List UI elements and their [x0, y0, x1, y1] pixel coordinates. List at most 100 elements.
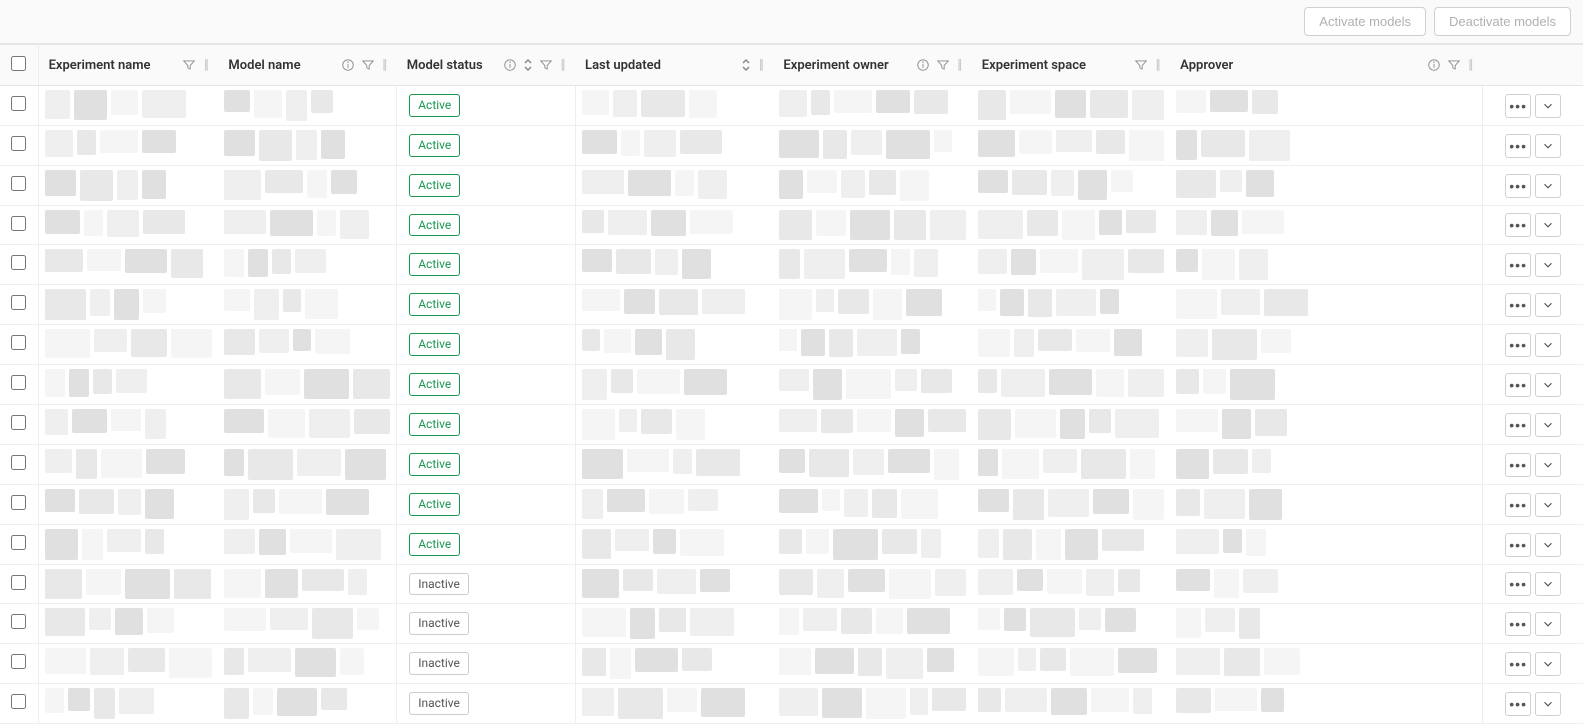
model-name-cell[interactable] — [218, 245, 396, 285]
filter-icon[interactable] — [1447, 58, 1461, 72]
info-icon[interactable] — [341, 58, 355, 72]
filter-icon[interactable] — [936, 58, 950, 72]
header-experiment-name[interactable]: Experiment name || — [38, 45, 218, 86]
more-actions-button[interactable]: ••• — [1505, 413, 1531, 437]
more-actions-button[interactable]: ••• — [1505, 94, 1531, 118]
experiment-name-cell[interactable] — [38, 485, 218, 525]
more-actions-button[interactable]: ••• — [1505, 253, 1531, 277]
expand-row-button[interactable] — [1535, 134, 1561, 158]
expand-row-button[interactable] — [1535, 453, 1561, 477]
experiment-name-cell[interactable] — [38, 565, 218, 604]
model-name-cell[interactable] — [218, 445, 396, 485]
sort-icon[interactable] — [523, 58, 533, 72]
row-checkbox[interactable] — [11, 335, 26, 350]
model-name-cell[interactable] — [218, 86, 396, 126]
column-resize-handle[interactable]: || — [202, 57, 208, 73]
row-checkbox[interactable] — [11, 375, 26, 390]
sort-icon[interactable] — [741, 58, 751, 72]
model-name-cell[interactable] — [218, 206, 396, 245]
row-checkbox[interactable] — [11, 575, 26, 590]
row-checkbox[interactable] — [11, 654, 26, 669]
header-approver[interactable]: Approver || — [1170, 45, 1483, 86]
model-name-cell[interactable] — [218, 644, 396, 684]
info-icon[interactable] — [916, 58, 930, 72]
experiment-name-cell[interactable] — [38, 245, 218, 285]
model-name-cell[interactable] — [218, 565, 396, 604]
model-name-cell[interactable] — [218, 126, 396, 166]
expand-row-button[interactable] — [1535, 373, 1561, 397]
row-checkbox[interactable] — [11, 255, 26, 270]
column-resize-handle[interactable]: || — [757, 57, 763, 73]
expand-row-button[interactable] — [1535, 293, 1561, 317]
experiment-name-cell[interactable] — [38, 644, 218, 684]
experiment-name-cell[interactable] — [38, 206, 218, 245]
expand-row-button[interactable] — [1535, 94, 1561, 118]
more-actions-button[interactable]: ••• — [1505, 174, 1531, 198]
row-checkbox[interactable] — [11, 495, 26, 510]
column-resize-handle[interactable]: || — [381, 57, 387, 73]
row-checkbox[interactable] — [11, 216, 26, 231]
column-resize-handle[interactable]: || — [1467, 57, 1473, 73]
model-name-cell[interactable] — [218, 485, 396, 525]
header-last-updated[interactable]: Last updated || — [575, 45, 773, 86]
filter-icon[interactable] — [1134, 58, 1148, 72]
more-actions-button[interactable]: ••• — [1505, 213, 1531, 237]
more-actions-button[interactable]: ••• — [1505, 612, 1531, 636]
filter-icon[interactable] — [361, 58, 375, 72]
more-actions-button[interactable]: ••• — [1505, 652, 1531, 676]
model-name-cell[interactable] — [218, 525, 396, 565]
more-actions-button[interactable]: ••• — [1505, 572, 1531, 596]
row-checkbox[interactable] — [11, 136, 26, 151]
row-checkbox[interactable] — [11, 614, 26, 629]
row-checkbox[interactable] — [11, 176, 26, 191]
experiment-name-cell[interactable] — [38, 445, 218, 485]
more-actions-button[interactable]: ••• — [1505, 293, 1531, 317]
more-actions-button[interactable]: ••• — [1505, 692, 1531, 716]
expand-row-button[interactable] — [1535, 413, 1561, 437]
more-actions-button[interactable]: ••• — [1505, 453, 1531, 477]
expand-row-button[interactable] — [1535, 213, 1561, 237]
header-model-status[interactable]: Model status || — [397, 45, 575, 86]
experiment-name-cell[interactable] — [38, 365, 218, 405]
row-checkbox[interactable] — [11, 415, 26, 430]
experiment-name-cell[interactable] — [38, 126, 218, 166]
expand-row-button[interactable] — [1535, 253, 1561, 277]
model-name-cell[interactable] — [218, 684, 396, 724]
model-name-cell[interactable] — [218, 405, 396, 445]
experiment-name-cell[interactable] — [38, 405, 218, 445]
deactivate-models-button[interactable]: Deactivate models — [1434, 7, 1571, 36]
header-experiment-space[interactable]: Experiment space || — [972, 45, 1170, 86]
experiment-name-cell[interactable] — [38, 285, 218, 325]
experiment-name-cell[interactable] — [38, 604, 218, 644]
more-actions-button[interactable]: ••• — [1505, 373, 1531, 397]
expand-row-button[interactable] — [1535, 174, 1561, 198]
info-icon[interactable] — [503, 58, 517, 72]
model-name-cell[interactable] — [218, 325, 396, 365]
column-resize-handle[interactable]: || — [956, 57, 962, 73]
row-checkbox[interactable] — [11, 694, 26, 709]
filter-icon[interactable] — [182, 58, 196, 72]
row-checkbox[interactable] — [11, 455, 26, 470]
model-name-cell[interactable] — [218, 166, 396, 206]
experiment-name-cell[interactable] — [38, 86, 218, 126]
row-checkbox[interactable] — [11, 535, 26, 550]
model-name-cell[interactable] — [218, 365, 396, 405]
row-checkbox[interactable] — [11, 295, 26, 310]
column-resize-handle[interactable]: || — [559, 57, 565, 73]
experiment-name-cell[interactable] — [38, 166, 218, 206]
expand-row-button[interactable] — [1535, 333, 1561, 357]
more-actions-button[interactable]: ••• — [1505, 493, 1531, 517]
expand-row-button[interactable] — [1535, 493, 1561, 517]
model-name-cell[interactable] — [218, 285, 396, 325]
select-all-checkbox[interactable] — [11, 56, 26, 71]
expand-row-button[interactable] — [1535, 692, 1561, 716]
header-experiment-owner[interactable]: Experiment owner || — [773, 45, 971, 86]
info-icon[interactable] — [1427, 58, 1441, 72]
column-resize-handle[interactable]: || — [1154, 57, 1160, 73]
header-model-name[interactable]: Model name || — [218, 45, 396, 86]
expand-row-button[interactable] — [1535, 612, 1561, 636]
experiment-name-cell[interactable] — [38, 525, 218, 565]
more-actions-button[interactable]: ••• — [1505, 533, 1531, 557]
experiment-name-cell[interactable] — [38, 684, 218, 724]
row-checkbox[interactable] — [11, 96, 26, 111]
